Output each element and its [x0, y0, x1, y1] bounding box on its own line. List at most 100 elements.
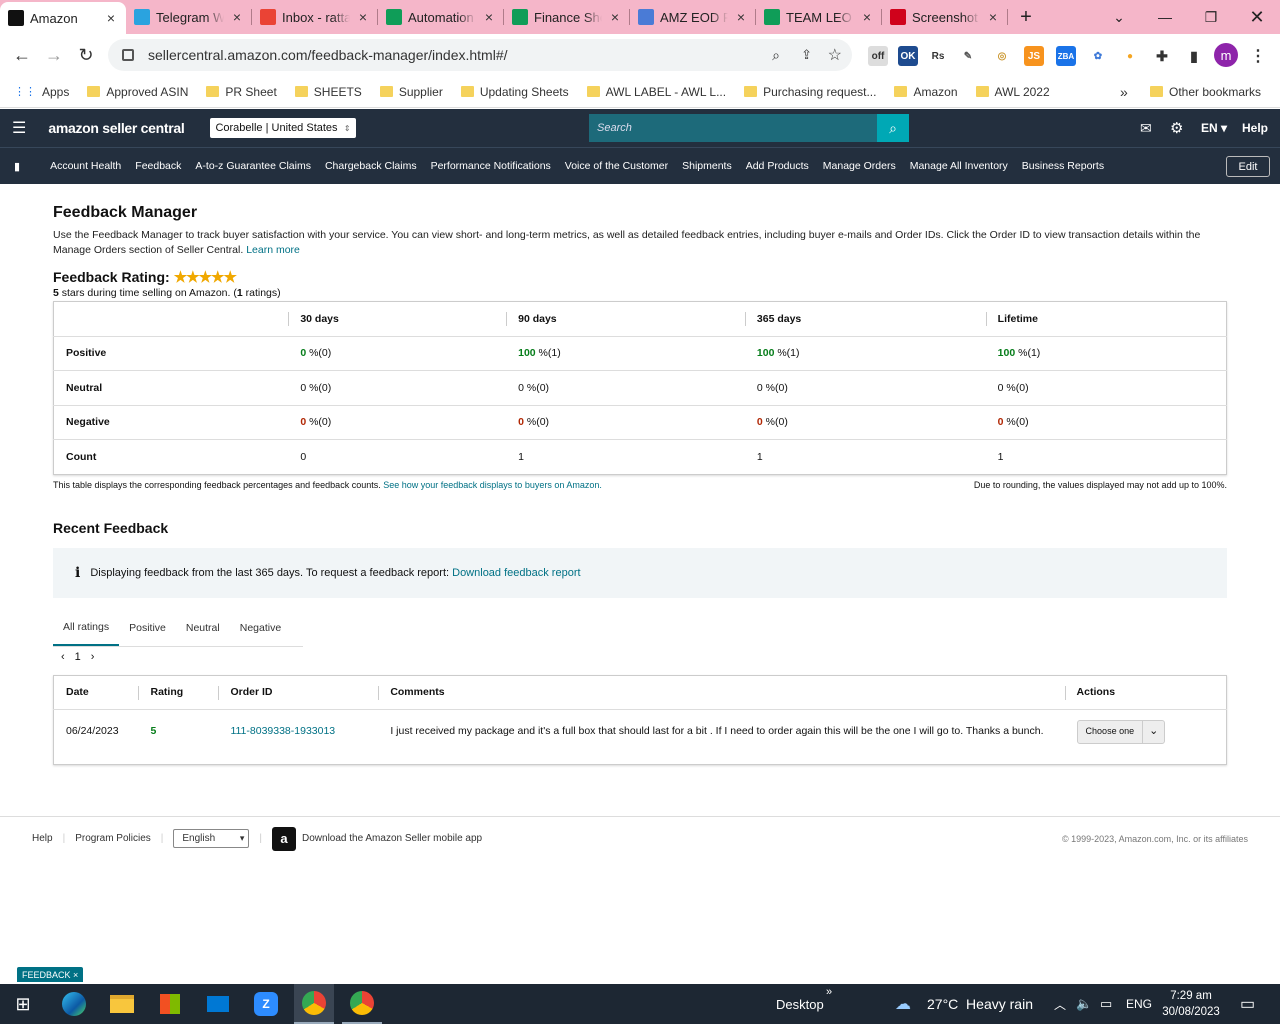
- rating-tab[interactable]: Negative: [230, 609, 291, 646]
- input-language[interactable]: ENG: [1126, 997, 1152, 1011]
- close-icon[interactable]: ×: [356, 9, 370, 25]
- extension-gear-icon[interactable]: ✿: [1088, 46, 1108, 66]
- close-icon[interactable]: ×: [986, 9, 1000, 25]
- forward-icon[interactable]: →: [38, 39, 70, 71]
- nav-item[interactable]: A-to-z Guarantee Claims: [195, 160, 311, 172]
- bookmarks-overflow-button[interactable]: »: [1120, 84, 1128, 100]
- nav-item[interactable]: Voice of the Customer: [565, 160, 668, 172]
- nav-item[interactable]: Add Products: [746, 160, 809, 172]
- see-feedback-display-link[interactable]: See how your feedback displays to buyers…: [383, 480, 602, 490]
- side-panel-icon[interactable]: ▮: [1184, 46, 1204, 66]
- bookmark-item[interactable]: ⋮⋮ Apps: [14, 85, 69, 99]
- rating-tab[interactable]: Neutral: [176, 609, 230, 646]
- close-icon[interactable]: ×: [482, 9, 496, 25]
- extension-off-icon[interactable]: off: [868, 46, 888, 66]
- extension-image-icon[interactable]: ✎: [958, 46, 978, 66]
- feedback-tab-button[interactable]: FEEDBACK ×: [17, 967, 84, 982]
- search-button[interactable]: ⌕: [877, 114, 909, 142]
- bookmark-item[interactable]: Approved ASIN: [87, 85, 188, 99]
- search-input[interactable]: Search: [589, 114, 877, 142]
- bookmark-item[interactable]: AWL 2022: [975, 85, 1050, 99]
- language-selector[interactable]: EN ▾: [1201, 121, 1227, 135]
- browser-tab[interactable]: Automation ×: [378, 0, 504, 34]
- order-id-link[interactable]: 111-8039338-1933013: [218, 708, 379, 764]
- tray-chevron-up-icon[interactable]: ︿: [1054, 996, 1066, 1013]
- browser-tab[interactable]: TEAM LEO ×: [756, 0, 882, 34]
- bookmark-item[interactable]: AWL LABEL - AWL L...: [586, 85, 726, 99]
- extension-js-icon[interactable]: JS: [1024, 46, 1044, 66]
- nav-item[interactable]: Business Reports: [1022, 160, 1104, 172]
- edge-icon[interactable]: [54, 984, 94, 1024]
- file-explorer-icon[interactable]: [102, 984, 142, 1024]
- help-link[interactable]: Help: [1242, 121, 1268, 135]
- settings-gear-icon[interactable]: ⚙: [1170, 119, 1183, 137]
- close-window-button[interactable]: ✕: [1234, 0, 1280, 34]
- bookmark-star-icon[interactable]: ☆: [828, 45, 842, 65]
- zoom-app-icon[interactable]: Z: [246, 984, 286, 1024]
- chrome-profile-m-icon[interactable]: [294, 984, 334, 1024]
- bookmark-item[interactable]: Supplier: [379, 85, 443, 99]
- weather-widget[interactable]: 27°C Heavy rain: [927, 996, 1033, 1012]
- extension-ok-icon[interactable]: OK: [898, 46, 918, 66]
- network-icon[interactable]: ▭: [1100, 996, 1112, 1012]
- profile-avatar[interactable]: m: [1214, 43, 1238, 67]
- browser-tab[interactable]: Finance Sheet ×: [504, 0, 630, 34]
- bookmark-item[interactable]: SHEETS: [294, 85, 362, 99]
- toolbar-expand-icon[interactable]: »: [826, 986, 832, 998]
- close-icon[interactable]: ×: [734, 9, 748, 25]
- browser-tab[interactable]: Amazon ×: [0, 2, 126, 34]
- download-report-link[interactable]: Download feedback report: [452, 567, 580, 579]
- menu-icon[interactable]: ⋮: [1248, 46, 1268, 66]
- extension-circle-icon[interactable]: ●: [1120, 46, 1140, 66]
- rating-tab[interactable]: All ratings: [53, 609, 120, 646]
- notifications-icon[interactable]: ▭: [1240, 994, 1255, 1014]
- back-icon[interactable]: ←: [6, 39, 38, 71]
- bookmark-item[interactable]: Purchasing request...: [744, 85, 876, 99]
- minimize-button[interactable]: —: [1142, 0, 1188, 34]
- next-page-icon[interactable]: ›: [91, 651, 95, 663]
- mail-app-icon[interactable]: [198, 984, 238, 1024]
- extensions-puzzle-icon[interactable]: ✚: [1152, 46, 1172, 66]
- nav-item[interactable]: Performance Notifications: [431, 160, 551, 172]
- extension-swirl-icon[interactable]: ◎: [992, 46, 1012, 66]
- other-bookmarks[interactable]: Other bookmarks: [1150, 85, 1261, 99]
- close-icon[interactable]: ×: [104, 10, 118, 26]
- bookmark-icon[interactable]: ▮: [14, 160, 20, 173]
- reload-icon[interactable]: ↻: [70, 39, 102, 71]
- nav-item[interactable]: Manage Orders: [823, 160, 896, 172]
- edit-nav-button[interactable]: Edit: [1226, 156, 1270, 177]
- footer-help-link[interactable]: Help: [32, 833, 53, 844]
- language-select[interactable]: English ▾: [173, 829, 250, 848]
- browser-tab[interactable]: Telegram Web ×: [126, 0, 252, 34]
- share-icon[interactable]: ⇪: [801, 47, 812, 63]
- new-tab-button[interactable]: +: [1008, 0, 1044, 34]
- bookmark-item[interactable]: Amazon: [894, 85, 958, 99]
- nav-item[interactable]: Chargeback Claims: [325, 160, 417, 172]
- nav-item[interactable]: Feedback: [135, 160, 181, 172]
- account-switcher[interactable]: Corabelle | United States ⇕: [210, 118, 356, 138]
- clock[interactable]: 7:29 am 30/08/2023: [1158, 988, 1224, 1020]
- seller-app-icon[interactable]: a: [272, 826, 296, 851]
- chrome-profile-a-icon[interactable]: [342, 984, 382, 1024]
- browser-tab[interactable]: Screenshot ×: [882, 0, 1008, 34]
- close-icon[interactable]: ×: [860, 9, 874, 25]
- bookmark-item[interactable]: Updating Sheets: [460, 85, 569, 99]
- seller-central-logo[interactable]: amazon seller central: [48, 120, 184, 136]
- bookmark-item[interactable]: PR Sheet: [206, 85, 277, 99]
- nav-item[interactable]: Shipments: [682, 160, 732, 172]
- restore-button[interactable]: ❐: [1188, 0, 1234, 34]
- nav-item[interactable]: Account Health: [50, 160, 121, 172]
- rating-tab[interactable]: Positive: [119, 609, 176, 646]
- program-policies-link[interactable]: Program Policies: [75, 833, 151, 844]
- zoom-icon[interactable]: ⌕: [772, 47, 780, 64]
- nav-item[interactable]: Manage All Inventory: [910, 160, 1008, 172]
- close-icon[interactable]: ×: [230, 9, 244, 25]
- url-bar[interactable]: sellercentral.amazon.com/feedback-manage…: [108, 39, 852, 71]
- browser-tab[interactable]: AMZ EOD Report ×: [630, 0, 756, 34]
- mail-icon[interactable]: ✉: [1140, 120, 1152, 137]
- tab-search-icon[interactable]: ⌄: [1096, 0, 1142, 34]
- hamburger-menu-icon[interactable]: ☰: [12, 118, 26, 138]
- download-app-link[interactable]: Download the Amazon Seller mobile app: [302, 833, 482, 844]
- desktop-toolbar[interactable]: Desktop: [776, 997, 824, 1012]
- prev-page-icon[interactable]: ‹: [61, 651, 65, 663]
